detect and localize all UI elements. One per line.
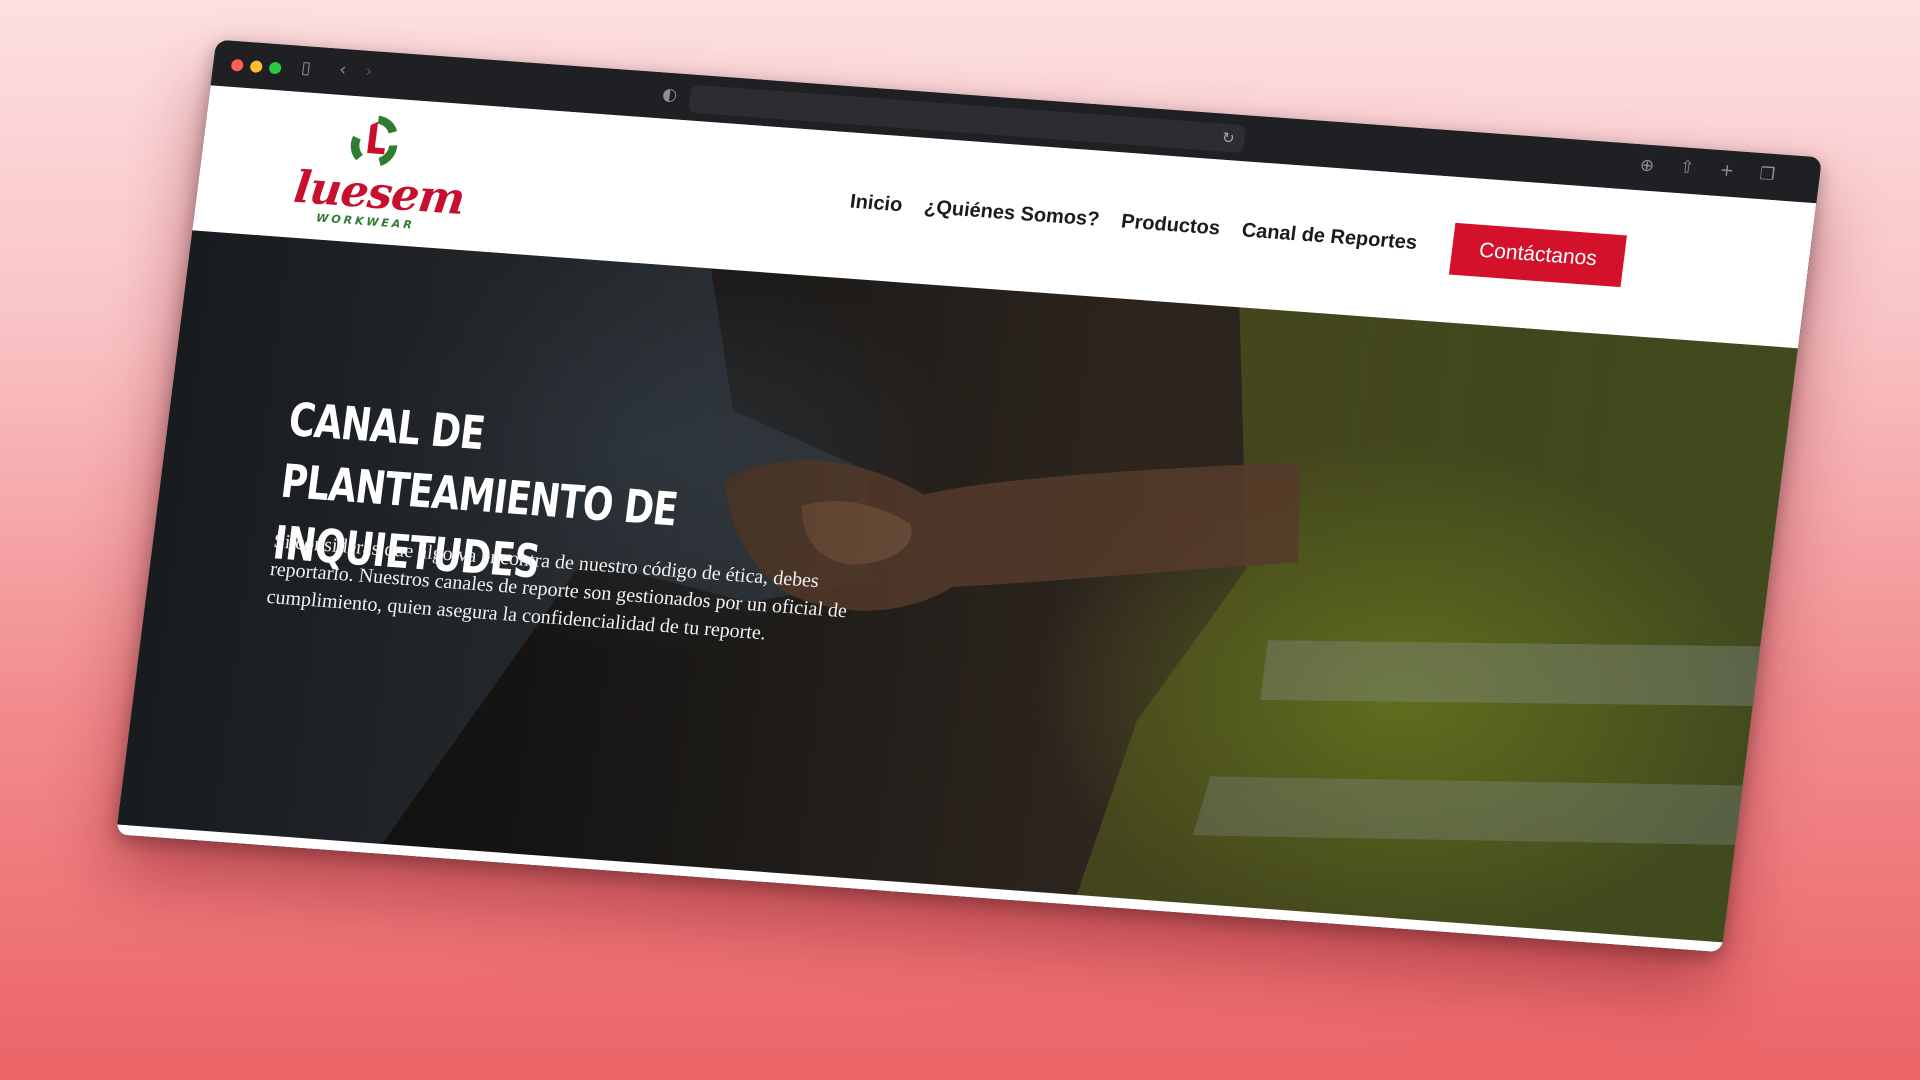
main-nav: Inicio ¿Quiénes Somos? Productos Canal d… (849, 191, 1419, 255)
browser-window: ▯ ‹ › ◐ ↻ ⊕ ⇧ + ❐ luesem WORKWEAR Inicio… (115, 39, 1823, 953)
hero-section: CANAL DE PLANTEAMIENTO DE INQUIETUDES Si… (115, 230, 1798, 953)
share-icon[interactable]: ⇧ (1679, 157, 1696, 178)
nav-item-productos[interactable]: Productos (1120, 210, 1221, 240)
tabs-overview-icon[interactable]: ❐ (1758, 164, 1776, 185)
back-icon[interactable]: ‹ (338, 60, 347, 80)
minimize-window-button[interactable] (249, 60, 263, 74)
download-icon[interactable]: ⊕ (1639, 155, 1656, 176)
forward-icon[interactable]: › (364, 62, 373, 82)
zoom-window-button[interactable] (268, 61, 282, 75)
site-logo[interactable]: luesem WORKWEAR (290, 106, 467, 232)
shield-icon[interactable]: ◐ (661, 85, 678, 106)
nav-item-quienes-somos[interactable]: ¿Quiénes Somos? (923, 196, 1101, 232)
reload-icon[interactable]: ↻ (1221, 129, 1236, 148)
sidebar-icon[interactable]: ▯ (300, 58, 312, 79)
web-page: luesem WORKWEAR Inicio ¿Quiénes Somos? P… (115, 85, 1817, 953)
nav-item-canal-de-reportes[interactable]: Canal de Reportes (1240, 219, 1418, 255)
new-tab-icon[interactable]: + (1719, 160, 1736, 181)
nav-item-inicio[interactable]: Inicio (849, 191, 904, 218)
contact-button[interactable]: Contáctanos (1448, 222, 1627, 288)
close-window-button[interactable] (230, 58, 245, 72)
